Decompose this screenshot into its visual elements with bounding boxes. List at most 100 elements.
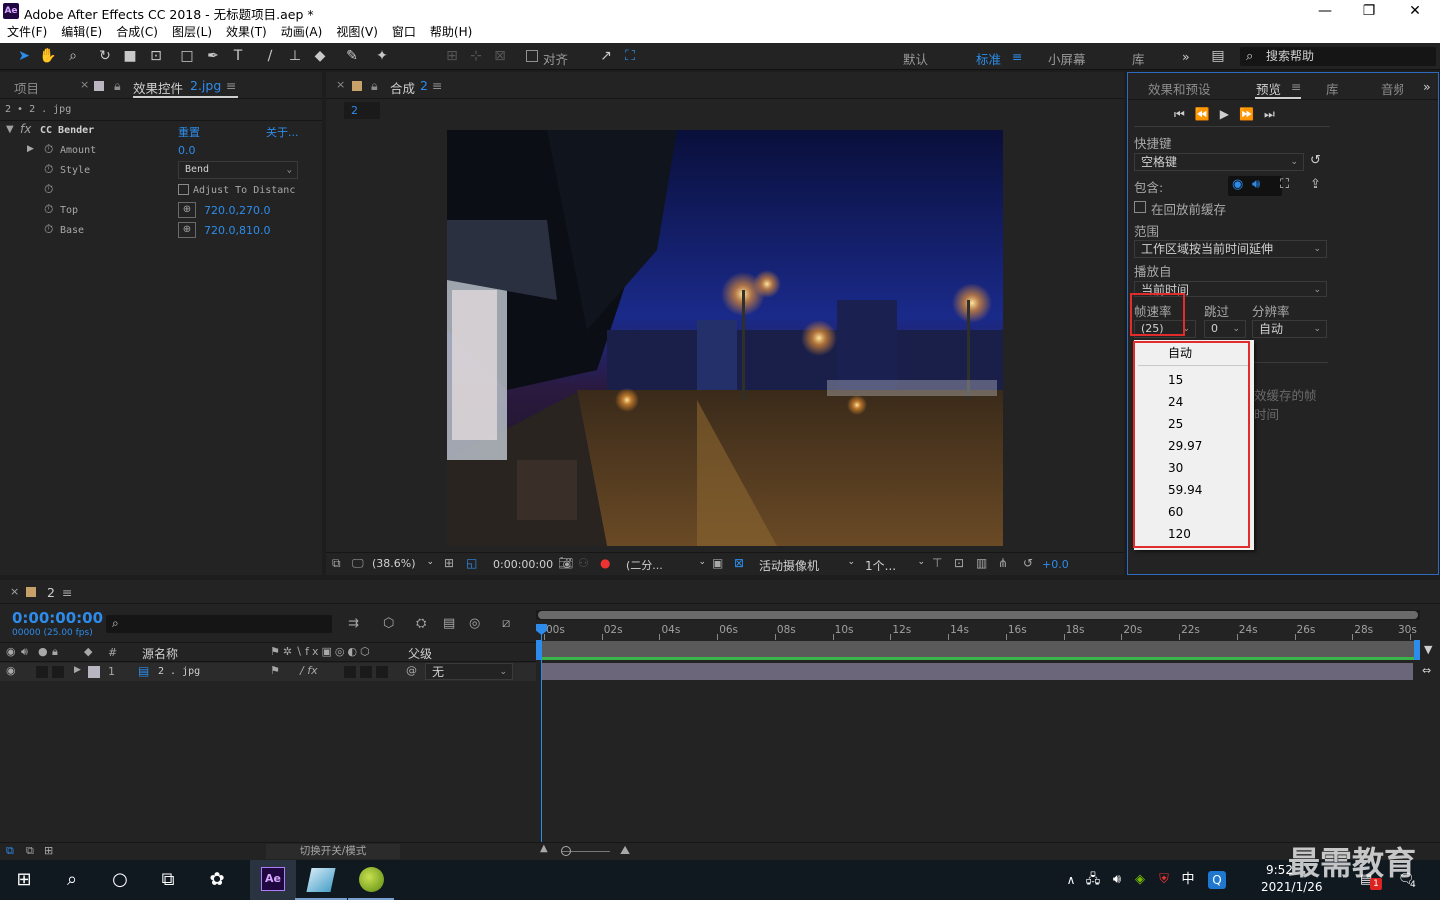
flowchart-icon[interactable]: ⋔ <box>998 556 1008 570</box>
browser-icon[interactable] <box>359 867 384 892</box>
parent-select[interactable]: 无 ⌄ <box>425 663 513 680</box>
puppet-pin-tool-icon[interactable]: ✦ <box>372 47 392 65</box>
cortana-icon[interactable]: ○ <box>107 868 133 892</box>
fx-switch-icon[interactable]: ∕ fx <box>300 664 318 677</box>
menu-file[interactable]: 文件(F) <box>0 23 54 42</box>
hand-tool-icon[interactable]: ✋ <box>38 47 58 65</box>
camera-select[interactable]: 活动摄像机 ⌄ <box>759 557 855 573</box>
roto-brush-tool-icon[interactable]: ✎ <box>342 47 362 65</box>
tab-composition-name[interactable]: 2 <box>420 78 428 93</box>
zoom-tool-icon[interactable]: ⌕ <box>63 47 83 65</box>
style-select[interactable]: Bend ⌄ <box>178 161 298 179</box>
text-tool-icon[interactable]: T <box>228 47 248 65</box>
prop-amount-value[interactable]: 0.0 <box>178 144 196 157</box>
menu-animation[interactable]: 动画(A) <box>274 23 330 42</box>
stopwatch-icon[interactable]: ⏱ <box>44 182 53 197</box>
views-select[interactable]: 1个... ⌄ <box>865 557 925 573</box>
workspace-default[interactable]: 默认 <box>903 49 928 68</box>
windows-start-icon[interactable]: ⊞ <box>11 868 37 892</box>
show-snapshot-icon[interactable]: ⚇ <box>578 556 589 570</box>
amount-twirl-icon[interactable]: ▶ <box>27 144 34 154</box>
adjust-distance-checkbox[interactable] <box>178 184 189 195</box>
overlay-include-icon[interactable]: ⛶ <box>1280 177 1289 192</box>
play-icon[interactable]: ▶ <box>1220 107 1239 121</box>
pen-tool-icon[interactable]: ✒ <box>203 47 223 65</box>
snap-option-icon[interactable]: ↗ <box>596 47 616 65</box>
menu-view[interactable]: 视图(V) <box>329 23 385 42</box>
menu-composition[interactable]: 合成(C) <box>109 23 165 42</box>
previous-frame-icon[interactable]: ⏪ <box>1195 107 1220 121</box>
workspace-library[interactable]: 库 <box>1132 49 1145 68</box>
tab-audio[interactable]: 音频 <box>1381 79 1403 98</box>
close-button[interactable]: ✕ <box>1392 0 1438 23</box>
task-view-icon[interactable]: ⧉ <box>155 868 181 892</box>
exposure-value[interactable]: +0.0 <box>1042 558 1069 571</box>
close-tab-icon[interactable]: × <box>336 78 345 91</box>
region-of-interest-icon[interactable]: ▣ <box>712 556 723 570</box>
cache-before-playback-checkbox[interactable] <box>1134 201 1146 213</box>
effect-twirl-icon[interactable]: ▼ <box>6 124 14 135</box>
zoom-in-icon[interactable]: ⛰ <box>620 843 630 858</box>
menu-window[interactable]: 窗口 <box>385 23 423 42</box>
transparency-grid-icon[interactable]: ⊠ <box>734 556 744 570</box>
menu-help[interactable]: 帮助(H) <box>423 23 479 42</box>
rotate-tool-icon[interactable]: ↻ <box>95 47 115 65</box>
more-workspaces-icon[interactable]: » <box>1182 49 1190 64</box>
network-icon[interactable]: 🖧︎ <box>1080 868 1106 892</box>
close-tab-icon[interactable]: × <box>80 78 89 91</box>
audio-switch-icon[interactable]: 🔊︎ <box>21 645 28 659</box>
layer-duration-bar[interactable] <box>541 663 1413 680</box>
menu-layer[interactable]: 图层(L) <box>165 23 219 42</box>
qq-icon[interactable]: Q <box>1208 871 1226 889</box>
minimize-button[interactable]: — <box>1302 0 1348 23</box>
clone-stamp-tool-icon[interactable]: ⊥ <box>285 47 305 65</box>
zoom-out-icon[interactable]: ▲ <box>540 843 548 854</box>
axis-world-icon[interactable]: ⊹ <box>466 47 486 65</box>
more-panels-icon[interactable]: » <box>1423 79 1431 94</box>
menu-effect[interactable]: 效果(T) <box>219 23 274 42</box>
eye-icon[interactable]: ◉ <box>6 664 16 677</box>
lock-icon[interactable]: 🔒︎ <box>114 78 121 94</box>
search-icon[interactable]: ⌕ <box>59 868 85 892</box>
resolution-select[interactable]: 自动 ⌄ <box>1252 320 1327 338</box>
tab-effect-controls[interactable]: 效果控件 <box>133 78 183 97</box>
snapshot-icon[interactable]: 📷︎ <box>558 556 573 570</box>
comp-marker-bin-icon[interactable]: ▼ <box>1424 643 1432 656</box>
resolution-select[interactable]: (二分... ⌄ <box>626 557 706 573</box>
stopwatch-icon[interactable]: ⏱ <box>44 202 53 217</box>
maximize-button[interactable]: ❐ <box>1346 0 1392 23</box>
export-icon[interactable]: ⇪ <box>1310 177 1321 192</box>
layer-name[interactable]: 2 . jpg <box>158 666 200 677</box>
axis-local-icon[interactable]: ⊞ <box>442 47 462 65</box>
in-out-icon[interactable]: ⊞ <box>44 844 53 857</box>
camera-tool-icon[interactable]: ■ <box>120 47 140 65</box>
video-switch-icon[interactable]: ◉ <box>6 645 16 658</box>
zoom-slider-thumb[interactable] <box>561 846 571 856</box>
layer-label-color[interactable] <box>88 666 100 678</box>
timeline-icon[interactable]: ▥ <box>976 556 987 570</box>
lock-switch-icon[interactable]: 🔒︎ <box>52 645 58 659</box>
fx-icon[interactable]: fx <box>20 122 31 136</box>
column-parent[interactable]: 父级 <box>408 645 432 662</box>
stopwatch-icon[interactable]: ⏱ <box>44 162 53 177</box>
audio-include-icon[interactable]: 🔊︎ <box>1252 177 1260 192</box>
workspace-standard[interactable]: 标准 <box>976 49 1001 68</box>
tab-library[interactable]: 库 <box>1326 79 1339 98</box>
pinwheel-app-icon[interactable]: ✿ <box>204 868 230 892</box>
rectangle-tool-icon[interactable]: □ <box>177 47 197 65</box>
prop-base-value[interactable]: 720.0,810.0 <box>204 224 270 237</box>
label-icon[interactable]: ◆ <box>84 645 92 658</box>
tab-project[interactable]: 项目 <box>14 78 39 97</box>
skip-select[interactable]: 0 ⌄ <box>1204 320 1246 338</box>
ime-indicator[interactable]: 中 <box>1175 868 1201 892</box>
layer-marker-icon[interactable]: ⇔ <box>1422 664 1431 677</box>
toggle-switches-modes-button[interactable]: 切换开关/模式 <box>266 844 400 859</box>
fast-previews-icon[interactable]: ⊡ <box>954 556 964 570</box>
next-frame-icon[interactable]: ⏩ <box>1239 107 1264 121</box>
color-channels-icon[interactable]: ● <box>600 556 610 570</box>
nvidia-icon[interactable]: ◈ <box>1127 868 1153 892</box>
taskbar-ae-button[interactable]: Ae <box>250 860 296 900</box>
about-link[interactable]: 关于... <box>266 124 299 140</box>
workspace-menu-icon[interactable]: ≡ <box>1012 49 1022 64</box>
table-row[interactable]: ◉ ▶ 1 ▤ 2 . jpg ⚑ ∕ fx @ 无 ⌄ <box>0 663 536 681</box>
